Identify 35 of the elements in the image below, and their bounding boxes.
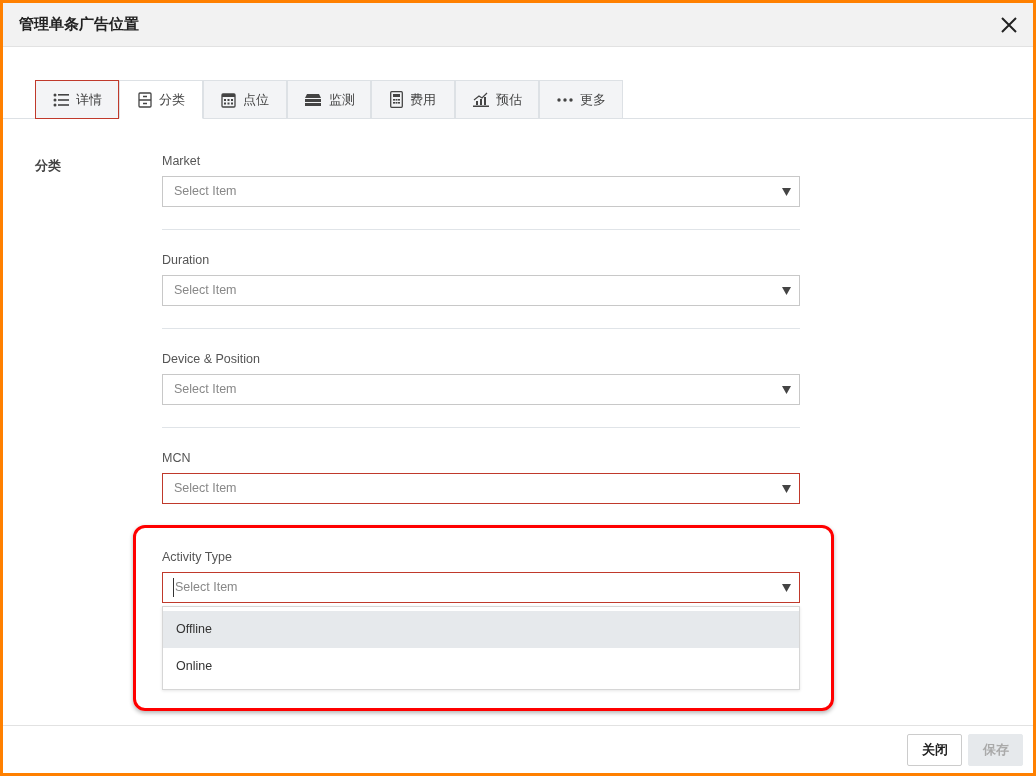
dropdown-option[interactable]: Online <box>163 648 799 685</box>
select-field[interactable]: Select Item <box>162 572 800 603</box>
caret-icon <box>782 385 791 394</box>
field-label: Activity Type <box>162 549 233 565</box>
server-icon <box>303 92 322 107</box>
field-label: Market <box>162 153 202 169</box>
select-field[interactable]: Select Item <box>162 275 800 306</box>
list-icon <box>52 92 69 107</box>
caret-icon <box>782 484 791 493</box>
tab[interactable]: 预估 <box>455 80 539 119</box>
tab[interactable]: 监测 <box>287 80 371 119</box>
tab[interactable]: 详情 <box>35 80 119 119</box>
tab[interactable]: 点位 <box>203 80 287 119</box>
caret-icon <box>782 286 791 295</box>
section-title: 分类 <box>35 158 61 173</box>
select-field[interactable]: Select Item <box>162 374 800 405</box>
bar-chart-icon <box>472 92 489 107</box>
caret-icon <box>782 187 791 196</box>
dialog-button[interactable]: 关闭 <box>907 733 962 766</box>
close-icon[interactable] <box>999 14 1019 35</box>
calendar-icon <box>221 91 236 108</box>
more-icon <box>556 97 573 102</box>
tab[interactable]: 分类 <box>119 80 203 119</box>
tab[interactable]: 更多 <box>539 80 623 119</box>
select-field[interactable]: Select Item <box>162 473 800 504</box>
tab[interactable]: 费用 <box>371 80 455 119</box>
caret-icon <box>782 583 791 592</box>
drawer-icon <box>137 91 152 108</box>
dropdown-option[interactable]: Offline <box>163 611 799 648</box>
field-label: Duration <box>162 252 211 268</box>
field-label: MCN <box>162 450 192 466</box>
calculator-icon <box>390 91 403 108</box>
dialog-title: 管理单条广告位置 <box>19 14 139 35</box>
select-field[interactable]: Select Item <box>162 176 800 207</box>
field-label: Device & Position <box>162 351 261 367</box>
